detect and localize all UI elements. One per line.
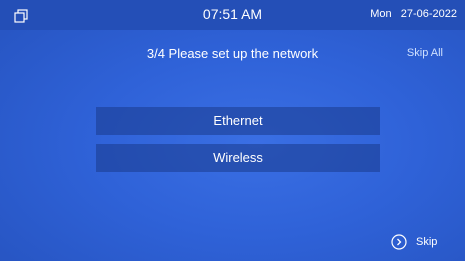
skip-label: Skip <box>416 236 438 248</box>
status-date: Mon 27-06-2022 <box>364 8 457 20</box>
network-setup-screen: 07:51 AM Mon 27-06-2022 3/4 Please set u… <box>0 0 465 261</box>
wireless-option-button[interactable]: Wireless <box>96 144 380 172</box>
skip-all-button[interactable]: Skip All <box>407 47 443 59</box>
ethernet-option-button[interactable]: Ethernet <box>96 107 380 135</box>
chevron-right-circle-icon <box>391 234 407 250</box>
day-of-week: Mon <box>370 8 392 20</box>
status-bar: 07:51 AM Mon 27-06-2022 <box>0 0 465 30</box>
page-title: 3/4 Please set up the network <box>146 46 319 61</box>
date-value: 27-06-2022 <box>400 8 457 20</box>
